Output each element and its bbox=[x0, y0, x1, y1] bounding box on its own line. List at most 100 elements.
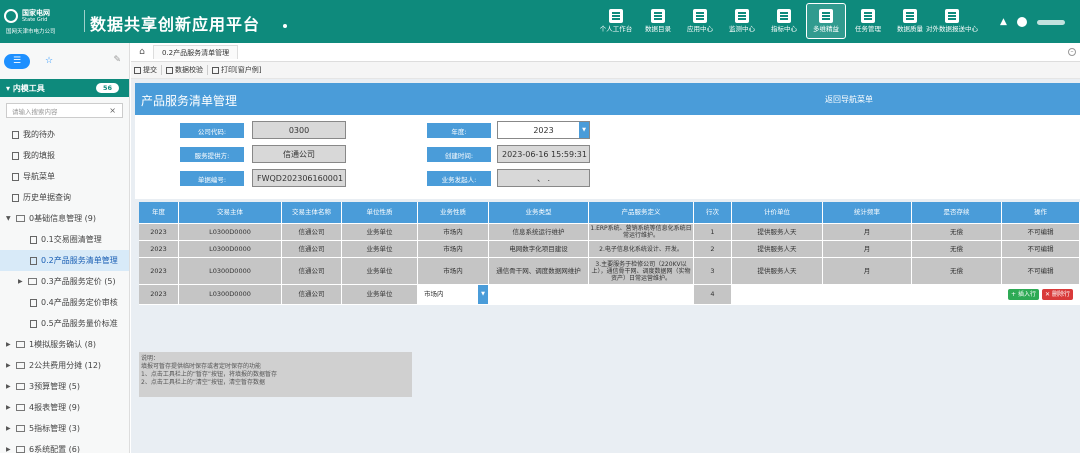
submit-icon bbox=[134, 66, 141, 74]
sidebar-item-indicators[interactable]: ▶ 5指标管理 (3) bbox=[0, 418, 129, 439]
sidebar-item-budget[interactable]: ▶ 3预算管理 (5) bbox=[0, 376, 129, 397]
quality-icon bbox=[903, 9, 917, 23]
folder-icon bbox=[16, 341, 25, 348]
main-content: 产品服务清单管理 返回导航菜单 公司代码: 0300 服务提供方: 信通公司 单… bbox=[131, 79, 1080, 453]
catalog-icon bbox=[651, 9, 665, 23]
cell-entity-name: 信通公司 bbox=[282, 258, 342, 285]
col-header-biz-nature: 业务性质 bbox=[418, 202, 489, 224]
sidebar-item-nav-menu[interactable]: 导航菜单 bbox=[0, 166, 129, 187]
tab-menu-icon[interactable]: – bbox=[1068, 48, 1076, 56]
nav-data-quality[interactable]: 数据质量 bbox=[890, 3, 930, 39]
cell-row-no: 4 bbox=[694, 285, 732, 305]
col-header-year: 年度 bbox=[139, 202, 179, 224]
created-field: 2023-06-16 15:59:31 bbox=[497, 145, 590, 163]
frequency-input[interactable] bbox=[823, 285, 912, 305]
state-grid-logo[interactable]: 国家电网 State Grid 国网天津市电力公司 bbox=[4, 7, 84, 37]
sidebar-search-input[interactable]: 请输入搜索内容 × bbox=[6, 103, 123, 118]
sidebar-item-pricing-review[interactable]: 0.4产品服务定价审核 bbox=[0, 292, 129, 313]
clear-icon[interactable]: × bbox=[109, 106, 116, 115]
chevron-right-icon: ▶ bbox=[6, 341, 11, 348]
header-user-area: ▲ bbox=[1000, 14, 1065, 30]
folder-icon bbox=[28, 278, 37, 285]
nav-multi-dim[interactable]: 多维精益 bbox=[806, 3, 846, 39]
sidebar-item-todo[interactable]: 我的待办 bbox=[0, 124, 129, 145]
sidebar-item-reports[interactable]: ▶ 4报表管理 (9) bbox=[0, 397, 129, 418]
continuing-input[interactable] bbox=[912, 285, 1002, 305]
col-header-row-no: 行次 bbox=[694, 202, 732, 224]
print-button[interactable]: 打印[窗户例] bbox=[212, 65, 261, 75]
sidebar-item-sys-config[interactable]: ▶ 6系统配置 (6) bbox=[0, 439, 129, 453]
pricing-unit-input[interactable] bbox=[732, 285, 823, 305]
company-code-label: 公司代码: bbox=[180, 123, 244, 138]
insert-row-button[interactable]: + 插入行 bbox=[1008, 289, 1039, 300]
nav-personal-workbench[interactable]: 个人工作台 bbox=[596, 3, 636, 39]
sidebar-item-basic-info[interactable]: ▼ 0基础信息管理 (9) bbox=[0, 208, 129, 229]
chevron-down-icon: ▾ bbox=[6, 83, 13, 93]
cell-continuing: 无偿 bbox=[912, 241, 1002, 258]
star-icon[interactable]: ☆ bbox=[36, 54, 62, 69]
sidebar-item-product-service-list[interactable]: 0.2产品服务清单管理 bbox=[0, 250, 129, 271]
nav-external-report[interactable]: 对外数据报送中心 bbox=[926, 3, 978, 39]
sidebar-item-cost-share[interactable]: ▶ 2公共费用分摊 (12) bbox=[0, 355, 129, 376]
chevron-down-icon[interactable]: ▼ bbox=[579, 122, 589, 138]
company-code-field: 0300 bbox=[252, 121, 346, 139]
year-label: 年度: bbox=[427, 123, 491, 138]
tab-product-service-list[interactable]: 0.2产品服务清单管理 bbox=[153, 45, 239, 59]
cell-action: 不可编辑 bbox=[1002, 258, 1080, 285]
nav-task-mgmt[interactable]: 任务管理 bbox=[848, 3, 888, 39]
cell-year: 2023 bbox=[139, 241, 179, 258]
submit-button[interactable]: 提交 bbox=[134, 65, 157, 75]
bell-icon[interactable]: ▲ bbox=[1000, 17, 1007, 27]
col-header-entity-name: 交易主体名称 bbox=[282, 202, 342, 224]
search-placeholder: 请输入搜索内容 bbox=[12, 107, 58, 116]
verify-button[interactable]: 数据校验 bbox=[166, 65, 203, 75]
back-nav-link[interactable]: 返回导航菜单 bbox=[825, 94, 873, 105]
home-icon[interactable]: ⌂ bbox=[131, 47, 153, 57]
note-title: 说明： bbox=[141, 355, 160, 362]
doc-no-label: 单据编号: bbox=[180, 171, 244, 186]
sidebar-item-history[interactable]: 历史单据查询 bbox=[0, 187, 129, 208]
user-avatar[interactable] bbox=[1016, 17, 1027, 27]
header-form: 公司代码: 0300 服务提供方: 信通公司 单据编号: FWQD2023061… bbox=[135, 115, 1080, 199]
instructions-note: 说明： 填报可暂存提供临时保存或者定时保存的功能 1、点击工具栏上的“暂存”按钮… bbox=[139, 352, 412, 397]
verify-icon bbox=[166, 66, 173, 74]
note-line: 2、点击工具栏上的“清空”按钮，清空暂存数据 bbox=[141, 379, 266, 386]
document-icon bbox=[12, 151, 19, 160]
cell-frequency: 月 bbox=[823, 241, 912, 258]
nav-app-center[interactable]: 应用中心 bbox=[680, 3, 720, 39]
sidebar-group-title: 内模工具 bbox=[12, 83, 45, 93]
year-select[interactable]: 2023 ▼ bbox=[497, 121, 590, 139]
cell-action: 不可编辑 bbox=[1002, 224, 1080, 241]
pin-icon[interactable]: ✎ bbox=[113, 55, 121, 65]
sidebar-item-price-standard[interactable]: 0.5产品服务量价标准 bbox=[0, 313, 129, 334]
list-view-icon[interactable]: ☰ bbox=[4, 53, 30, 69]
biz-type-input[interactable] bbox=[489, 285, 589, 305]
service-def-input[interactable] bbox=[589, 285, 694, 305]
sidebar-group-header[interactable]: ▾ 内模工具 56 bbox=[0, 79, 129, 97]
cell-continuing: 无偿 bbox=[912, 224, 1002, 241]
table-row: 2023 L0300D0000 信通公司 业务单位 市场内 信息系统运行维护 1… bbox=[139, 224, 1080, 241]
delete-row-button[interactable]: ✕ 删除行 bbox=[1042, 289, 1073, 300]
chevron-right-icon: ▶ bbox=[6, 425, 11, 432]
initiator-label: 业务发起人: bbox=[427, 171, 491, 186]
sidebar-item-my-report[interactable]: 我的填报 bbox=[0, 145, 129, 166]
user-name-blurred[interactable] bbox=[1036, 19, 1065, 25]
app-icon bbox=[693, 9, 707, 23]
document-icon bbox=[12, 193, 19, 202]
table-header-row: 年度 交易主体 交易主体名称 单位性质 业务性质 业务类型 产品服务定义 行次 … bbox=[139, 202, 1080, 224]
toolbar-divider bbox=[161, 65, 162, 75]
cell-row-no: 3 bbox=[694, 258, 732, 285]
chevron-down-icon[interactable]: ▼ bbox=[478, 285, 488, 304]
indicator-icon bbox=[777, 9, 791, 23]
year-select-value: 2023 bbox=[533, 125, 554, 135]
logo-en: State Grid bbox=[22, 17, 48, 23]
sidebar-item-pricing[interactable]: ▶ 0.3产品服务定价 (5) bbox=[0, 271, 129, 292]
nav-indicator-center[interactable]: 指标中心 bbox=[764, 3, 804, 39]
nav-monitor-center[interactable]: 监测中心 bbox=[722, 3, 762, 39]
cell-biz-type: 信息系统运行维护 bbox=[489, 224, 589, 241]
nav-data-catalog[interactable]: 数据目录 bbox=[638, 3, 678, 39]
plus-icon: + bbox=[1011, 291, 1018, 298]
sidebar-item-trade-circle[interactable]: 0.1交易圈清管理 bbox=[0, 229, 129, 250]
sidebar-item-sim-service[interactable]: ▶ 1模拟服务确认 (8) bbox=[0, 334, 129, 355]
biz-nature-select[interactable]: 市场内 ▼ bbox=[418, 285, 489, 305]
